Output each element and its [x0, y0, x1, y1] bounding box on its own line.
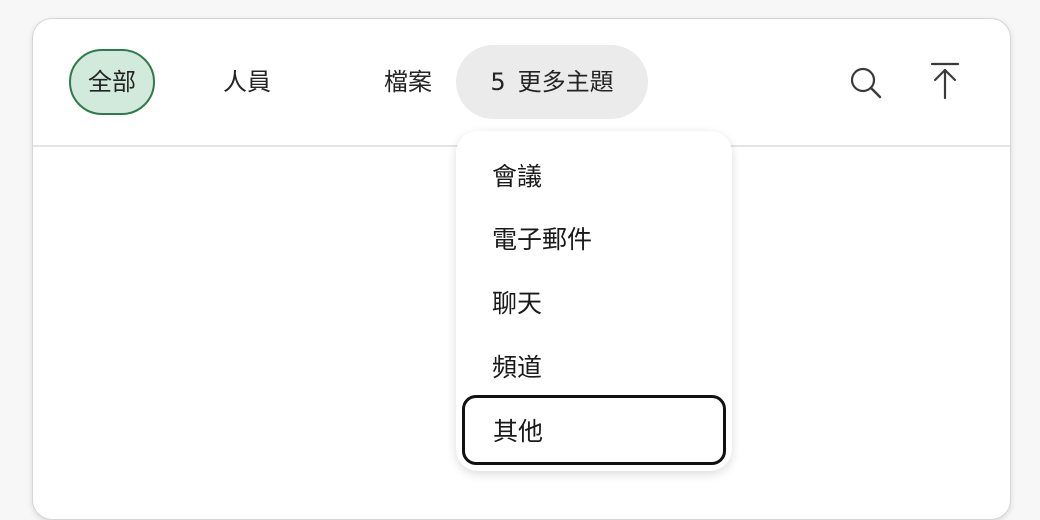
- scroll-to-top-button[interactable]: [925, 61, 965, 101]
- menu-item-label: 電子郵件: [492, 225, 593, 254]
- menu-item-channels[interactable]: 頻道: [464, 336, 724, 396]
- more-topics-label: 更多主題: [517, 68, 614, 96]
- tab-people-label: 人員: [223, 68, 271, 96]
- menu-item-chat[interactable]: 聊天: [464, 272, 724, 332]
- search-icon: [850, 67, 882, 99]
- arrow-up-to-top-icon: [930, 62, 960, 100]
- menu-item-email[interactable]: 電子郵件: [464, 208, 724, 268]
- tab-more-topics[interactable]: 5 更多主題: [456, 45, 648, 119]
- menu-item-meetings[interactable]: 會議: [464, 145, 724, 205]
- menu-item-label: 會議: [492, 162, 543, 191]
- menu-item-label: 頻道: [492, 353, 543, 382]
- search-button[interactable]: [846, 63, 886, 103]
- tab-all-label: 全部: [88, 68, 136, 96]
- tab-files[interactable]: 檔案: [353, 49, 463, 115]
- more-topics-count: 5: [490, 68, 506, 96]
- tab-files-label: 檔案: [384, 68, 432, 96]
- filter-tab-bar: 全部 人員 檔案 5 更多主題: [33, 19, 1010, 147]
- menu-item-label: 其他: [493, 417, 544, 446]
- tab-all[interactable]: 全部: [69, 49, 155, 115]
- tab-people[interactable]: 人員: [197, 49, 297, 115]
- menu-item-other[interactable]: 其他: [462, 395, 726, 465]
- more-topics-dropdown: 會議 電子郵件 聊天 頻道 其他: [456, 131, 732, 471]
- menu-item-label: 聊天: [492, 289, 543, 318]
